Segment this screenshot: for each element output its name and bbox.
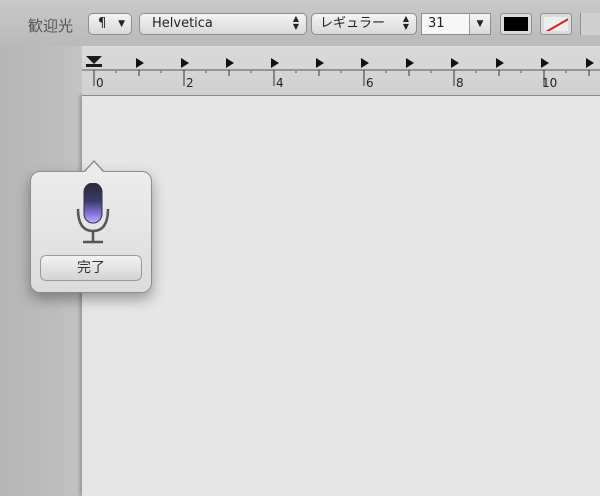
toolbar-overflow-control[interactable] [580,13,600,35]
ruler-label: 6 [366,76,374,90]
text-color-well[interactable] [500,13,532,35]
ruler-ticks [82,56,600,86]
paragraph-style-button[interactable]: ¶ ▼ [88,13,132,35]
no-color-slash-icon [544,17,568,31]
font-family-select[interactable]: Helvetica ▲ ▼ [139,13,307,35]
paragraph-symbol: ¶ [98,16,107,31]
font-size-value: 31 [428,16,445,31]
triangle-down-icon[interactable]: ▼ [469,14,490,34]
ruler-label: 0 [96,76,104,90]
ruler-label: 4 [276,76,284,90]
updown-chevron-icon: ▲ ▼ [402,14,409,31]
document-page[interactable] [82,95,600,496]
font-style-select[interactable]: レギュラー ▲ ▼ [311,13,417,35]
popover-arrow-fill [84,162,104,173]
ruler-label: 10 [542,76,558,90]
microphone-icon [76,183,110,244]
window-title-fragment: 歓迎光 [28,17,74,35]
background-color-well[interactable] [540,13,572,35]
text-color-chip [504,17,528,31]
font-size-field[interactable]: 31 ▼ [421,13,491,35]
font-family-value: Helvetica [152,16,213,31]
chevron-down-icon: ▼ [118,19,125,29]
ruler[interactable] [82,46,600,96]
updown-chevron-icon: ▲ ▼ [292,14,299,31]
done-button[interactable]: 完了 [40,255,142,281]
font-style-value: レギュラー [320,16,386,31]
ruler-label: 8 [456,76,464,90]
format-toolbar: 歓迎光 ¶ ▼ Helvetica ▲ ▼ レギュラー ▲ ▼ 31 ▼ [0,0,600,46]
ruler-label: 2 [186,76,194,90]
dictation-popover: 完了 [30,171,152,293]
